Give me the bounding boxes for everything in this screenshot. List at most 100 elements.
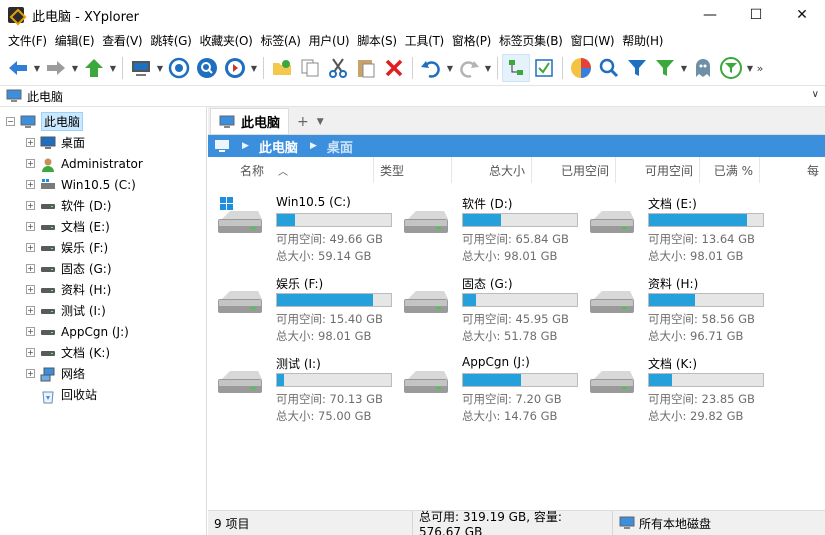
maximize-button[interactable]: ☐	[733, 0, 779, 30]
computer-icon[interactable]	[214, 139, 230, 153]
menu-go[interactable]: 跳转(G)	[146, 32, 195, 49]
expand-icon[interactable]: +	[26, 159, 35, 168]
menu-file[interactable]: 文件(F)	[4, 32, 51, 49]
goto-icon[interactable]	[221, 54, 249, 82]
menu-user[interactable]: 用户(U)	[305, 32, 354, 49]
tree-item[interactable]: + 软件 (D:)	[0, 195, 206, 216]
find-icon[interactable]	[193, 54, 221, 82]
tab-list-dropdown[interactable]: ▼	[317, 110, 324, 134]
tree-item[interactable]: + 资料 (H:)	[0, 279, 206, 300]
menu-tags[interactable]: 标签(A)	[257, 32, 305, 49]
menu-tabsets[interactable]: 标签页集(B)	[495, 32, 567, 49]
search-icon[interactable]	[595, 54, 623, 82]
chevron-right-icon[interactable]: ▶	[310, 141, 317, 151]
expand-icon[interactable]: +	[26, 348, 35, 357]
breadcrumb-desktop[interactable]: 桌面	[327, 137, 353, 156]
menu-edit[interactable]: 编辑(E)	[51, 32, 98, 49]
desktop-icon[interactable]	[127, 54, 155, 82]
minimize-button[interactable]: —	[687, 0, 733, 30]
expand-icon[interactable]: +	[26, 306, 35, 315]
up-dropdown-icon[interactable]: ▼	[108, 54, 118, 82]
expand-icon[interactable]: +	[26, 201, 35, 210]
collapse-icon[interactable]: −	[6, 117, 15, 126]
new-folder-icon[interactable]	[268, 54, 296, 82]
tree-item[interactable]: + 桌面	[0, 132, 206, 153]
column-name[interactable]: 名称 ︿	[208, 157, 374, 183]
paste-icon[interactable]	[352, 54, 380, 82]
filter-icon[interactable]	[623, 54, 651, 82]
expand-icon[interactable]: +	[26, 180, 35, 189]
tree-item[interactable]: + 测试 (I:)	[0, 300, 206, 321]
forward-dropdown-icon[interactable]: ▼	[70, 54, 80, 82]
drive-tile[interactable]: AppCgn (J:) 可用空间: 7.20 GB 总大小: 14.76 GB	[396, 349, 582, 423]
color-filter-icon[interactable]	[567, 54, 595, 82]
menu-scripts[interactable]: 脚本(S)	[353, 32, 400, 49]
expand-icon[interactable]: +	[26, 327, 35, 336]
tree-item[interactable]: + Administrator	[0, 153, 206, 174]
new-tab-button[interactable]: +	[297, 110, 309, 134]
back-dropdown-icon[interactable]: ▼	[32, 54, 42, 82]
menu-favorites[interactable]: 收藏夹(O)	[195, 32, 256, 49]
expand-icon[interactable]: +	[26, 243, 35, 252]
drive-tile[interactable]: 固态 (G:) 可用空间: 45.95 GB 总大小: 51.78 GB	[396, 269, 582, 343]
expand-icon[interactable]: +	[26, 264, 35, 273]
tree-item[interactable]: + 网络	[0, 363, 206, 384]
delete-icon[interactable]	[380, 54, 408, 82]
ghost-icon[interactable]	[689, 54, 717, 82]
circle-filter-icon[interactable]	[717, 54, 745, 82]
address-bar[interactable]: 此电脑 ∨	[0, 85, 825, 107]
tree-item[interactable]: + AppCgn (J:)	[0, 321, 206, 342]
column-percent-full[interactable]: 已满 %	[700, 157, 760, 183]
xyplorer-app-icon[interactable]	[8, 7, 24, 23]
up-arrow-icon[interactable]	[80, 54, 108, 82]
green-filter-icon[interactable]	[651, 54, 679, 82]
drive-tile[interactable]: Win10.5 (C:) 可用空间: 49.66 GB 总大小: 59.14 GB	[210, 189, 396, 263]
menu-help[interactable]: 帮助(H)	[618, 32, 667, 49]
address-dropdown-icon[interactable]: ∨	[812, 89, 819, 100]
menu-window[interactable]: 窗口(W)	[567, 32, 619, 49]
tree-item[interactable]: + Win10.5 (C:)	[0, 174, 206, 195]
tree-item[interactable]: + 文档 (E:)	[0, 216, 206, 237]
undo-icon[interactable]	[417, 54, 445, 82]
drive-tile[interactable]: 测试 (I:) 可用空间: 70.13 GB 总大小: 75.00 GB	[210, 349, 396, 423]
circle-filter-dropdown-icon[interactable]: ▼	[745, 54, 755, 82]
tree-item[interactable]: + 娱乐 (F:)	[0, 237, 206, 258]
tab-this-pc[interactable]: 此电脑	[210, 108, 290, 134]
copy-icon[interactable]	[296, 54, 324, 82]
forward-arrow-icon[interactable]	[42, 54, 70, 82]
goto-dropdown-icon[interactable]: ▼	[249, 54, 259, 82]
drive-tile[interactable]: 资料 (H:) 可用空间: 58.56 GB 总大小: 96.71 GB	[582, 269, 768, 343]
column-more[interactable]: 每	[760, 157, 825, 183]
toolbar-overflow-icon[interactable]: »	[755, 54, 765, 82]
desktop-dropdown-icon[interactable]: ▼	[155, 54, 165, 82]
redo-icon[interactable]	[455, 54, 483, 82]
target-icon[interactable]	[165, 54, 193, 82]
tree-item[interactable]: + 固态 (G:)	[0, 258, 206, 279]
tree-item[interactable]: − 此电脑	[0, 111, 206, 132]
chevron-right-icon[interactable]: ▶	[242, 141, 249, 151]
drive-tile[interactable]: 文档 (E:) 可用空间: 13.64 GB 总大小: 98.01 GB	[582, 189, 768, 263]
breadcrumb-this-pc[interactable]: 此电脑	[259, 137, 298, 156]
column-type[interactable]: 类型	[374, 157, 452, 183]
checkbox-icon[interactable]	[530, 54, 558, 82]
back-arrow-icon[interactable]	[4, 54, 32, 82]
undo-dropdown-icon[interactable]: ▼	[445, 54, 455, 82]
tree-toggle-icon[interactable]	[502, 54, 530, 82]
tree-item[interactable]: 回收站	[0, 384, 206, 405]
drive-tile[interactable]: 娱乐 (F:) 可用空间: 15.40 GB 总大小: 98.01 GB	[210, 269, 396, 343]
drive-tile[interactable]: 软件 (D:) 可用空间: 65.84 GB 总大小: 98.01 GB	[396, 189, 582, 263]
expand-icon[interactable]: +	[26, 138, 35, 147]
close-button[interactable]: ✕	[779, 0, 825, 30]
cut-icon[interactable]	[324, 54, 352, 82]
column-total-size[interactable]: 总大小	[452, 157, 532, 183]
expand-icon[interactable]: +	[26, 285, 35, 294]
expand-icon[interactable]: +	[26, 222, 35, 231]
drive-tile[interactable]: 文档 (K:) 可用空间: 23.85 GB 总大小: 29.82 GB	[582, 349, 768, 423]
menu-panes[interactable]: 窗格(P)	[448, 32, 495, 49]
column-used-space[interactable]: 已用空间	[532, 157, 616, 183]
menu-view[interactable]: 查看(V)	[98, 32, 146, 49]
green-filter-dropdown-icon[interactable]: ▼	[679, 54, 689, 82]
address-text[interactable]: 此电脑	[27, 88, 63, 105]
column-free-space[interactable]: 可用空间	[616, 157, 700, 183]
redo-dropdown-icon[interactable]: ▼	[483, 54, 493, 82]
